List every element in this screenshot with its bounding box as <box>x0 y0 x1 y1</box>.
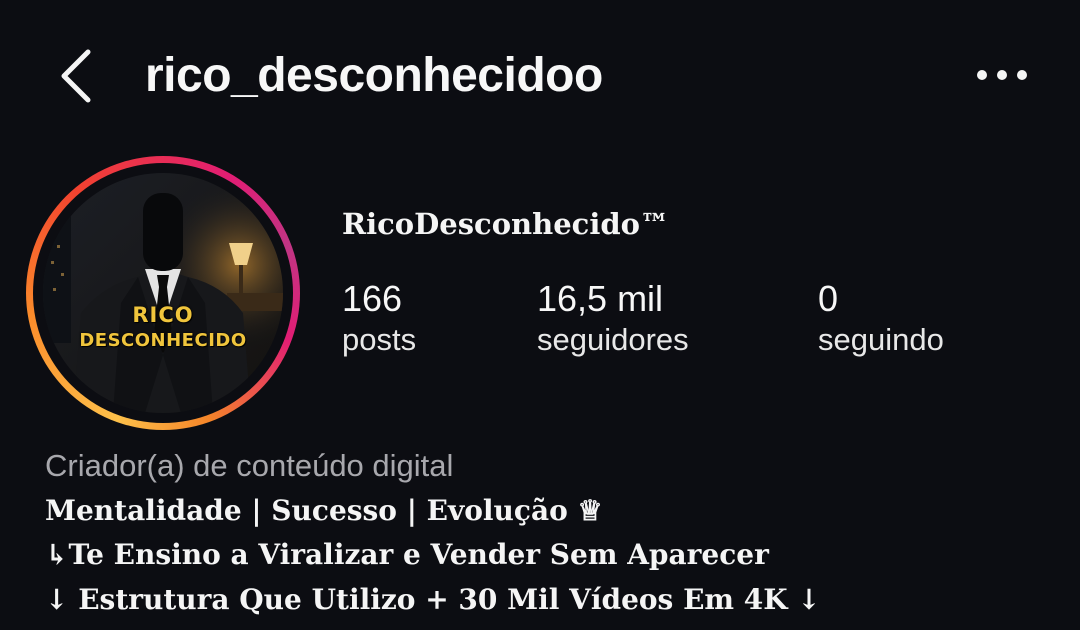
bio-line: ↳Te Ensino a Viralizar e Vender Sem Apar… <box>45 538 769 571</box>
followers-label: seguidores <box>537 322 689 357</box>
stat-followers[interactable]: 16,5 mil seguidores <box>537 278 689 360</box>
profile-category: Criador(a) de conteúdo digital <box>45 448 454 483</box>
following-label: seguindo <box>818 322 944 357</box>
avatar-logo-line-1: RICO <box>132 303 194 327</box>
posts-count: 166 <box>342 278 403 319</box>
following-count: 0 <box>818 278 839 319</box>
profile-username: rico_desconhecidoo <box>145 49 603 102</box>
bio-line: Mentalidade | Sucesso | Evolução ♕ <box>45 494 603 527</box>
posts-label: posts <box>342 322 417 357</box>
bio-line: ↓ Estrutura Que Utilizo + 30 Mil Vídeos … <box>45 583 821 616</box>
stat-posts[interactable]: 166 posts <box>342 278 416 360</box>
more-horizontal-icon[interactable] <box>972 58 1032 92</box>
story-ring[interactable]: RICO DESCONHECIDO <box>26 156 300 430</box>
avatar-image <box>43 173 283 413</box>
display-name: RicoDesconhecido™ <box>342 207 669 241</box>
stat-following[interactable]: 0 seguindo <box>818 278 944 360</box>
followers-count: 16,5 mil <box>537 278 664 319</box>
avatar[interactable]: RICO DESCONHECIDO <box>43 173 283 413</box>
avatar-logo-line-2: DESCONHECIDO <box>79 330 247 351</box>
chevron-left-icon[interactable] <box>56 46 96 106</box>
